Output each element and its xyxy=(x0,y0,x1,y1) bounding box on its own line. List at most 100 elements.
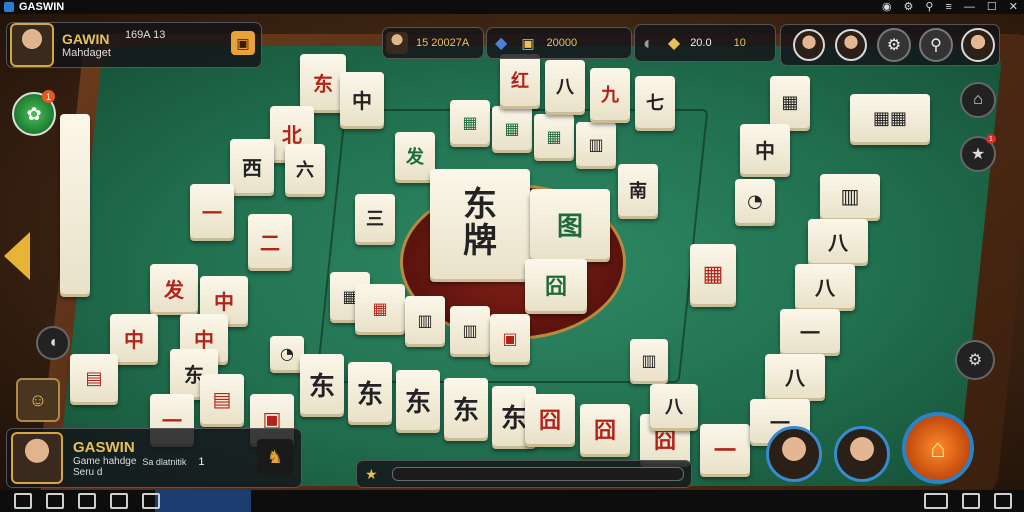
tile[interactable]: ▥ xyxy=(450,306,490,354)
tile[interactable]: 东 xyxy=(444,378,488,438)
player-line1: Game hahdge xyxy=(73,455,137,467)
app-logo-icon xyxy=(4,2,14,12)
top-stat-2: ◆ ▣ 20000 xyxy=(486,27,632,59)
diamond-icon: ◆ xyxy=(495,35,508,52)
tile[interactable]: ▥ xyxy=(405,296,445,344)
top-stat-1: 15 20027A xyxy=(382,27,484,59)
settings-icon[interactable]: ⚙ xyxy=(904,0,914,14)
player-avatar[interactable] xyxy=(11,432,63,484)
tile[interactable]: 八 xyxy=(765,354,825,398)
home-icon[interactable]: ⌂ xyxy=(960,82,996,118)
tile[interactable]: ▣ xyxy=(490,314,530,362)
notification-badge: 1 xyxy=(42,90,55,103)
top-stat-4-value: 10 xyxy=(733,37,746,49)
player-line2: Seru d xyxy=(73,466,103,478)
record-icon[interactable]: ◉ xyxy=(882,0,892,14)
tile[interactable]: 一 xyxy=(780,309,840,353)
character-icon[interactable]: ♞ xyxy=(257,439,293,475)
home-nav-icon[interactable] xyxy=(46,493,64,509)
center-tile-main[interactable]: 东 牌 xyxy=(430,169,530,279)
tile[interactable]: ◔ xyxy=(735,179,775,223)
opponent-avatar[interactable] xyxy=(793,29,825,61)
tile[interactable]: 南 xyxy=(618,164,658,216)
tile[interactable]: ▥ xyxy=(630,339,668,381)
tile[interactable]: 六 xyxy=(285,144,325,194)
settings-gear-icon[interactable]: ⚙ xyxy=(877,28,911,62)
tile[interactable]: 东 xyxy=(300,354,344,414)
tile[interactable]: ▦ xyxy=(770,76,810,128)
tile[interactable]: ▦ xyxy=(492,106,532,150)
gear-icon[interactable]: ⚙ xyxy=(955,340,995,380)
tile[interactable]: 八 xyxy=(545,60,585,112)
center-tile-right[interactable]: 图 xyxy=(530,189,610,259)
link-icon[interactable]: ⚲ xyxy=(925,0,933,14)
coin-icon: ▣ xyxy=(521,34,535,51)
treasure-icon[interactable]: ▣ xyxy=(231,31,255,55)
opponent-avatar[interactable] xyxy=(835,29,867,61)
emote-icon[interactable]: ☺ xyxy=(16,378,60,422)
menu-icon[interactable]: ≡ xyxy=(945,0,951,14)
opponent-avatar[interactable] xyxy=(766,426,822,482)
tile[interactable]: ▦▦ xyxy=(850,94,930,142)
shield-icon: ◐ xyxy=(643,32,654,53)
app-switch-icon[interactable] xyxy=(110,493,128,509)
minimize-icon[interactable]: — xyxy=(964,0,975,14)
tile[interactable]: 八 xyxy=(795,264,855,308)
wall-stack xyxy=(60,114,90,294)
tile[interactable]: ▦ xyxy=(690,244,736,304)
tile[interactable]: 一 xyxy=(700,424,750,474)
chat-icon[interactable]: ◖ xyxy=(36,326,70,360)
close-icon[interactable]: ✕ xyxy=(1009,0,1018,14)
tile[interactable]: 红 xyxy=(500,54,540,106)
left-arrow-button[interactable] xyxy=(4,232,30,280)
tile[interactable]: 东 xyxy=(396,370,440,430)
user-avatar[interactable] xyxy=(961,28,995,62)
tile[interactable]: ▥ xyxy=(820,174,880,218)
maximize-icon[interactable]: ☐ xyxy=(987,0,997,14)
tile[interactable]: ▦ xyxy=(355,284,405,332)
tile[interactable]: ▤ xyxy=(200,374,244,424)
tile[interactable]: 八 xyxy=(808,219,868,263)
player-subtitle: Mahdaget xyxy=(62,47,111,59)
screen-icon[interactable] xyxy=(142,493,160,509)
tile[interactable]: 八 xyxy=(650,384,698,428)
top-stat-1-value: 15 20027A xyxy=(416,37,470,49)
tile[interactable]: 三 xyxy=(355,194,395,242)
tile[interactable]: 七 xyxy=(635,76,675,128)
star-icon: ★ xyxy=(365,465,378,482)
tile[interactable]: ◔ xyxy=(270,336,304,370)
opponent-avatar[interactable] xyxy=(834,426,890,482)
main-action-button[interactable]: ⌂ xyxy=(902,412,974,484)
tile[interactable]: 一 xyxy=(190,184,234,238)
tile[interactable]: 二 xyxy=(248,214,292,268)
player-score: 169A 13 xyxy=(124,29,166,41)
tile[interactable]: 发 xyxy=(395,132,435,180)
recent-apps-icon[interactable] xyxy=(78,493,96,509)
tile[interactable]: ▦ xyxy=(534,114,574,158)
player-avatar[interactable] xyxy=(10,23,54,67)
tile[interactable]: 发 xyxy=(150,264,198,312)
tile[interactable]: 囧 xyxy=(580,404,630,454)
player-tag: Sa dlatnitik xyxy=(142,457,187,467)
back-icon[interactable] xyxy=(14,493,32,509)
tile[interactable]: 东 xyxy=(348,362,392,422)
tile[interactable]: 中 xyxy=(340,72,384,126)
system-taskbar xyxy=(0,490,1024,512)
player-bottom-panel: GASWIN Game hahdge Seru d Sa dlatnitik 1… xyxy=(6,428,302,488)
fullscreen-icon[interactable] xyxy=(994,493,1012,509)
center-tile-small[interactable]: 囧 xyxy=(525,259,587,311)
player-top-panel: GAWIN Mahdaget 169A 13 ▣ xyxy=(6,22,262,68)
volume-icon[interactable] xyxy=(962,493,980,509)
star-badge: 1 xyxy=(986,134,996,144)
tile[interactable]: ▤ xyxy=(70,354,118,402)
mini-avatar-icon xyxy=(386,32,408,54)
tile[interactable]: ▥ xyxy=(576,122,616,166)
tile[interactable]: ▦ xyxy=(450,100,490,144)
keyboard-icon[interactable] xyxy=(924,493,948,509)
tile[interactable]: 中 xyxy=(740,124,790,174)
tile[interactable]: 西 xyxy=(230,139,274,193)
search-icon[interactable]: ⚲ xyxy=(919,28,953,62)
tile[interactable]: 囧 xyxy=(525,394,575,444)
tile[interactable]: 九 xyxy=(590,68,630,120)
top-stat-2-value: 20000 xyxy=(546,37,578,49)
